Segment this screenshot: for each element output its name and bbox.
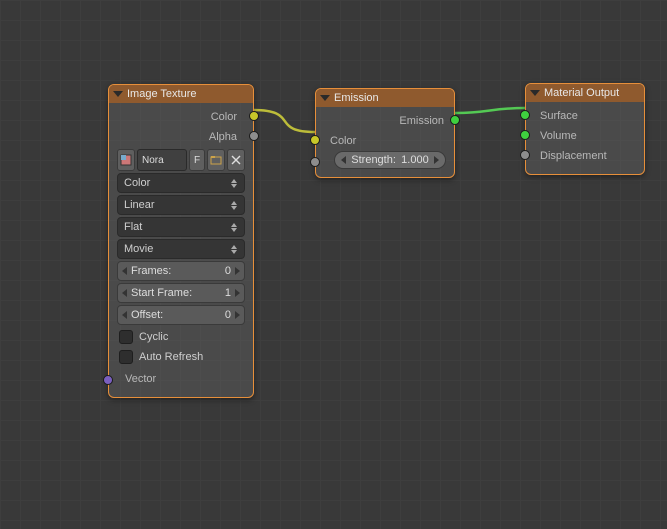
dropdown-label: Movie	[124, 243, 153, 255]
offset-label: Offset:	[127, 309, 225, 321]
node-header[interactable]: Image Texture	[109, 85, 253, 103]
frames-value: 0	[225, 265, 235, 277]
dropdown-color-space[interactable]: Color	[117, 173, 245, 193]
cyclic-label: Cyclic	[139, 331, 168, 343]
collapse-icon[interactable]	[320, 95, 330, 101]
input-surface-row: Surface	[526, 106, 644, 126]
input-displacement-row: Displacement	[526, 146, 644, 166]
cyclic-checkbox-row[interactable]: Cyclic	[117, 327, 245, 347]
image-name-label: Nora	[142, 155, 164, 166]
socket-output-alpha[interactable]	[249, 131, 259, 141]
strength-field[interactable]: Strength: 1.000	[334, 151, 446, 169]
collapse-icon[interactable]	[113, 91, 123, 97]
socket-input-color[interactable]	[310, 135, 320, 145]
start-frame-field[interactable]: Start Frame: 1	[117, 283, 245, 303]
unlink-image-icon[interactable]	[227, 149, 245, 171]
socket-input-vector[interactable]	[103, 375, 113, 385]
increment-icon[interactable]	[235, 289, 240, 297]
node-title: Emission	[334, 92, 379, 104]
input-surface-label: Surface	[540, 110, 578, 122]
output-alpha-row: Alpha	[117, 127, 245, 147]
output-emission-label: Emission	[399, 115, 444, 127]
input-volume-row: Volume	[526, 126, 644, 146]
input-volume-label: Volume	[540, 130, 577, 142]
node-body: Emission Color Strength: 1.000	[316, 107, 454, 177]
checkbox-icon[interactable]	[119, 350, 133, 364]
updown-icon	[230, 223, 238, 232]
frames-label: Frames:	[127, 265, 225, 277]
strength-label: Strength:	[351, 154, 396, 166]
auto-refresh-checkbox-row[interactable]: Auto Refresh	[117, 347, 245, 367]
socket-input-strength[interactable]	[310, 157, 320, 167]
decrement-icon[interactable]	[341, 156, 346, 164]
dropdown-label: Color	[124, 177, 150, 189]
dropdown-interpolation[interactable]: Linear	[117, 195, 245, 215]
input-vector-row: Vector	[117, 369, 245, 389]
dropdown-source[interactable]: Movie	[117, 239, 245, 259]
input-color-label: Color	[330, 135, 356, 147]
frames-field[interactable]: Frames: 0	[117, 261, 245, 281]
fake-user-label: F	[194, 155, 200, 166]
socket-output-emission[interactable]	[450, 115, 460, 125]
socket-input-surface[interactable]	[520, 110, 530, 120]
updown-icon	[230, 201, 238, 210]
dropdown-projection[interactable]: Flat	[117, 217, 245, 237]
node-material-output[interactable]: Material Output Surface Volume Displacem…	[525, 83, 645, 175]
collapse-icon[interactable]	[530, 90, 540, 96]
socket-input-displacement[interactable]	[520, 150, 530, 160]
node-header[interactable]: Emission	[316, 89, 454, 107]
browse-image-icon[interactable]	[117, 149, 135, 171]
node-links	[0, 0, 667, 529]
output-color-row: Color	[117, 107, 245, 127]
input-displacement-label: Displacement	[540, 150, 607, 162]
socket-input-volume[interactable]	[520, 130, 530, 140]
offset-value: 0	[225, 309, 235, 321]
node-emission[interactable]: Emission Emission Color Strength: 1.000	[315, 88, 455, 178]
input-vector-label: Vector	[125, 373, 156, 385]
auto-refresh-label: Auto Refresh	[139, 351, 203, 363]
increment-icon[interactable]	[235, 267, 240, 275]
node-title: Image Texture	[127, 88, 197, 100]
output-emission-row: Emission	[316, 111, 454, 131]
image-name-field[interactable]: Nora	[137, 149, 187, 171]
node-header[interactable]: Material Output	[526, 84, 644, 102]
input-color-row: Color	[316, 131, 454, 151]
start-frame-label: Start Frame:	[127, 287, 225, 299]
dropdown-label: Flat	[124, 221, 142, 233]
node-title: Material Output	[544, 87, 619, 99]
updown-icon	[230, 179, 238, 188]
output-alpha-label: Alpha	[209, 131, 237, 143]
dropdown-label: Linear	[124, 199, 155, 211]
open-image-icon[interactable]	[207, 149, 225, 171]
updown-icon	[230, 245, 238, 254]
fake-user-button[interactable]: F	[189, 149, 205, 171]
output-color-label: Color	[211, 111, 237, 123]
offset-field[interactable]: Offset: 0	[117, 305, 245, 325]
strength-value: 1.000	[401, 154, 429, 166]
socket-output-color[interactable]	[249, 111, 259, 121]
image-datablock-row: Nora F	[117, 149, 245, 171]
start-frame-value: 1	[225, 287, 235, 299]
increment-icon[interactable]	[235, 311, 240, 319]
checkbox-icon[interactable]	[119, 330, 133, 344]
increment-icon[interactable]	[434, 156, 439, 164]
node-body: Color Alpha Nora F Color	[109, 103, 253, 397]
node-body: Surface Volume Displacement	[526, 102, 644, 174]
node-image-texture[interactable]: Image Texture Color Alpha Nora F	[108, 84, 254, 398]
